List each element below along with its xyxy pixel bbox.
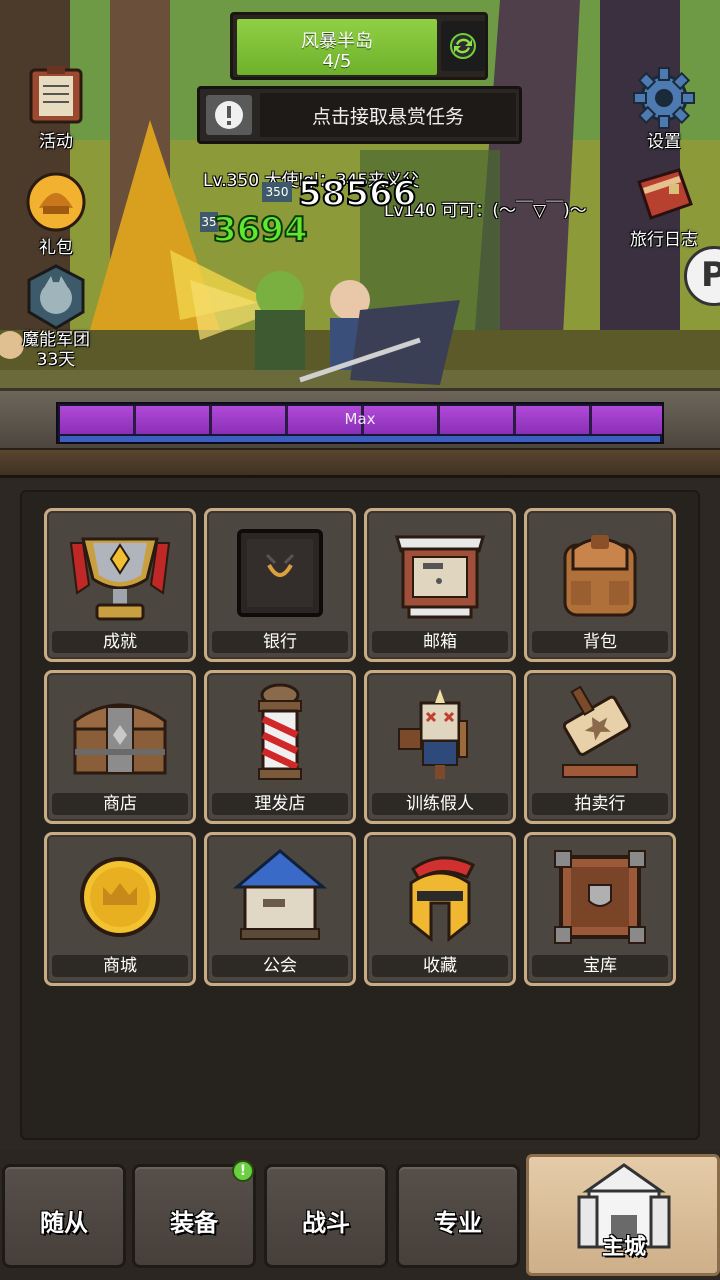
nav-profession-label: 专业 (434, 1209, 482, 1237)
legion-days-left: 33天 (36, 350, 76, 370)
vault-label: 宝库 (532, 955, 668, 977)
achievement-label: 成就 (52, 631, 188, 653)
bottom-navigation: 随从 装备 战斗 专业 主城 (0, 1150, 720, 1280)
stage-progress: 4/5 (322, 51, 352, 72)
bounty-quest-panel[interactable]: 点击接取悬赏任务 (197, 86, 522, 144)
guild-house-icon (232, 849, 328, 940)
gift-helmet-icon (26, 172, 86, 232)
mailbox-tile[interactable]: 邮箱 (364, 508, 516, 662)
mailbox-icon (395, 535, 485, 619)
stage-info: 风暴半岛 4/5 (237, 19, 437, 75)
backpack-label: 背包 (532, 631, 668, 653)
building-grid: 成就 银行 邮箱 背包 商店 理发店 训练假人 拍卖行 商城 公会 收藏 宝库 (20, 490, 700, 1140)
collection-tile[interactable]: 收藏 (364, 832, 516, 986)
mall-label: 商城 (52, 955, 188, 977)
barber-pole-icon (258, 683, 302, 780)
mall-tile[interactable]: 商城 (44, 832, 196, 986)
travel-journal-label: 旅行日志 (630, 230, 698, 250)
auction-house-label: 拍卖行 (532, 793, 668, 815)
guild-tile[interactable]: 公会 (204, 832, 356, 986)
level-tag: 350 (262, 182, 292, 202)
barber-tile[interactable]: 理发店 (204, 670, 356, 824)
training-dummy-tile[interactable]: 训练假人 (364, 670, 516, 824)
collection-label: 收藏 (372, 955, 508, 977)
nav-equipment-label: 装备 (170, 1209, 218, 1237)
gift-pack-label: 礼包 (39, 238, 73, 258)
chest-icon (73, 703, 167, 775)
vault-crate-icon (554, 850, 646, 944)
shop-tile[interactable]: 商店 (44, 670, 196, 824)
travel-journal-button[interactable]: 旅行日志 (614, 162, 714, 250)
energy-max-bar: Max (56, 402, 664, 444)
spartan-helmet-icon (409, 856, 476, 943)
damage-number-green: 3694 (212, 209, 309, 251)
wolf-emblem-icon (27, 264, 85, 330)
settings-button[interactable]: 设置 (614, 64, 714, 152)
guild-label: 公会 (212, 955, 348, 977)
nav-followers-label: 随从 (40, 1209, 88, 1237)
bounty-quest-text: 点击接取悬赏任务 (260, 93, 516, 137)
legion-label: 魔能军团 (22, 330, 90, 350)
journal-book-icon (637, 168, 693, 220)
nav-battle-button[interactable]: 战斗 (264, 1164, 388, 1268)
refresh-stage-button[interactable] (441, 21, 485, 71)
wood-rail (0, 448, 720, 478)
refresh-icon (450, 33, 476, 59)
damage-number-white: 58566 (297, 173, 417, 215)
event-label: 活动 (39, 132, 73, 152)
barber-label: 理发店 (212, 793, 348, 815)
gold-coin-icon (80, 857, 160, 937)
trophy-icon (69, 537, 171, 621)
gear-icon (633, 67, 695, 129)
stage-panel[interactable]: 风暴半岛 4/5 (230, 12, 488, 80)
legion-button[interactable]: 魔能军团 33天 (6, 262, 106, 370)
extra-round-button-glyph: P (701, 255, 720, 295)
nav-main-city-label: 主城 (601, 1235, 646, 1260)
gift-pack-button[interactable]: 礼包 (6, 170, 106, 258)
equipment-notification-badge: ! (232, 1160, 254, 1182)
training-dummy-icon (398, 689, 468, 779)
battle-scene: 风暴半岛 4/5 点击接取悬赏任务 活动 礼包 魔能军团 33天 设置 旅行日志… (0, 0, 720, 395)
auction-house-tile[interactable]: 拍卖行 (524, 670, 676, 824)
safe-icon (237, 529, 323, 617)
event-board-icon (29, 66, 83, 124)
exclamation-icon (215, 101, 243, 129)
shop-label: 商店 (52, 793, 188, 815)
achievement-tile[interactable]: 成就 (44, 508, 196, 662)
event-button[interactable]: 活动 (6, 64, 106, 152)
backpack-icon (563, 535, 637, 617)
mailbox-label: 邮箱 (372, 631, 508, 653)
quest-alert (206, 95, 252, 135)
training-dummy-label: 训练假人 (372, 793, 508, 815)
auction-gavel-icon (562, 685, 638, 778)
nav-main-city-button[interactable]: 主城 (526, 1154, 720, 1276)
stage-name: 风暴半岛 (301, 31, 373, 52)
nav-followers-button[interactable]: 随从 (2, 1164, 126, 1268)
main-city-panel: 成就 银行 邮箱 背包 商店 理发店 训练假人 拍卖行 商城 公会 收藏 宝库 (0, 478, 720, 1150)
backpack-tile[interactable]: 背包 (524, 508, 676, 662)
nav-profession-button[interactable]: 专业 (396, 1164, 520, 1268)
settings-label: 设置 (647, 132, 681, 152)
max-label: Max (344, 410, 376, 428)
bar-underline (60, 436, 660, 442)
vault-tile[interactable]: 宝库 (524, 832, 676, 986)
game-screen: 风暴半岛 4/5 点击接取悬赏任务 活动 礼包 魔能军团 33天 设置 旅行日志… (0, 0, 720, 1280)
nav-battle-label: 战斗 (302, 1209, 350, 1237)
bank-label: 银行 (212, 631, 348, 653)
bank-tile[interactable]: 银行 (204, 508, 356, 662)
